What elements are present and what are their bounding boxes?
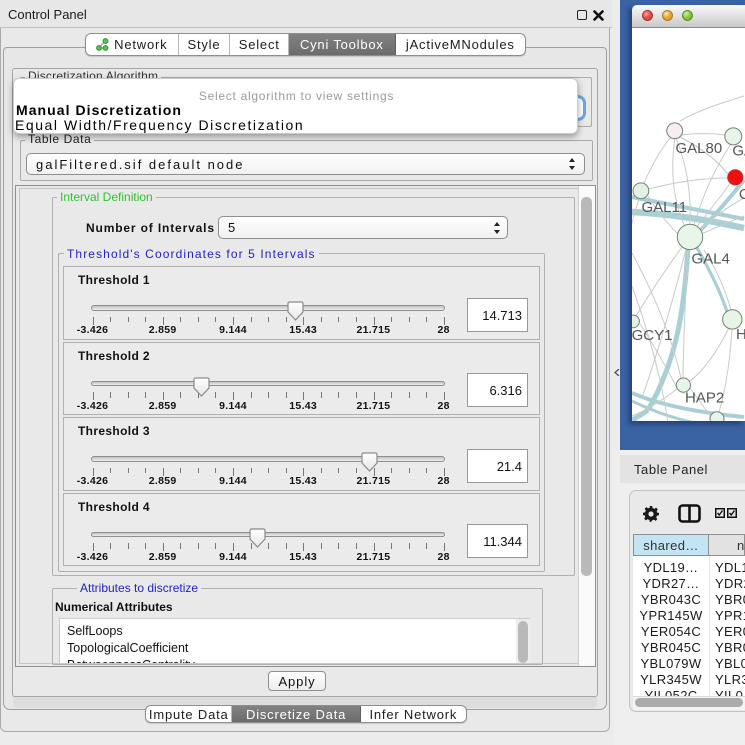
svg-text:GAL11: GAL11 xyxy=(642,199,688,216)
svg-text:GAL80: GAL80 xyxy=(676,140,723,157)
svg-text:GCY1: GCY1 xyxy=(632,327,672,344)
svg-text:GAL4: GAL4 xyxy=(692,251,730,268)
svg-text:GA: GA xyxy=(732,143,745,160)
svg-text:HAP2: HAP2 xyxy=(685,390,724,407)
svg-text:H: H xyxy=(736,326,745,343)
svg-text:C: C xyxy=(739,186,745,203)
